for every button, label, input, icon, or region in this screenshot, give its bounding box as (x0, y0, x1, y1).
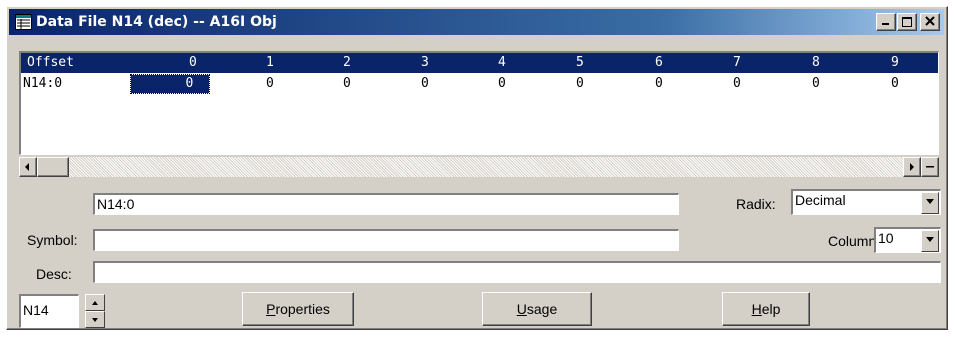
address-field[interactable]: N14:0 (93, 193, 679, 215)
split-button[interactable] (921, 157, 939, 177)
row-address[interactable]: N14:0 (23, 75, 62, 93)
dropdown-arrow-icon (926, 199, 934, 204)
column-header[interactable]: 5 (576, 54, 584, 72)
data-cell[interactable]: 0 (655, 75, 663, 93)
column-header[interactable]: 7 (733, 54, 741, 72)
column-header[interactable]: 2 (343, 54, 351, 72)
data-grid[interactable]: Offset 0 1 2 3 4 5 6 7 8 9 N14:0 0 0 0 0… (19, 51, 939, 155)
usage-accel: U (516, 301, 527, 317)
data-cell[interactable]: 0 (812, 75, 820, 93)
split-icon (926, 166, 934, 168)
help-label: elp (761, 301, 781, 317)
cell-value: 0 (185, 76, 194, 91)
window-title: Data File N14 (dec) -- A16I Obj (36, 14, 277, 30)
radix-select[interactable]: Decimal (791, 189, 941, 215)
dropdown-arrow-icon (926, 237, 934, 242)
grid-header: Offset 0 1 2 3 4 5 6 7 8 9 (21, 53, 938, 73)
usage-label: sage (526, 301, 558, 317)
symbol-field[interactable] (93, 229, 679, 251)
data-cell[interactable]: 0 (891, 75, 899, 93)
data-cell[interactable]: 0 (576, 75, 584, 93)
desc-label: Desc: (36, 266, 72, 282)
horizontal-scrollbar[interactable] (19, 157, 939, 177)
data-cell[interactable]: 0 (266, 75, 274, 93)
spin-up-button[interactable] (85, 294, 105, 311)
column-header[interactable]: 6 (655, 54, 663, 72)
restore-icon (902, 17, 912, 27)
data-cell[interactable]: 0 (343, 75, 351, 93)
columns-dropdown-button[interactable] (921, 230, 939, 252)
columns-select[interactable]: 10 (874, 227, 941, 253)
column-header[interactable]: 8 (812, 54, 820, 72)
radix-label: Radix: (736, 196, 776, 212)
data-file-window: Data File N14 (dec) -- A16I Obj Offset 0… (6, 6, 948, 330)
scroll-thumb[interactable] (37, 157, 69, 177)
help-button[interactable]: Help (722, 292, 810, 326)
data-cell[interactable]: 0 (421, 75, 429, 93)
column-header[interactable]: 4 (498, 54, 506, 72)
column-header[interactable]: 1 (266, 54, 274, 72)
spin-down-button[interactable] (85, 311, 105, 328)
column-header[interactable]: 9 (891, 54, 899, 72)
column-header[interactable]: 0 (189, 54, 197, 72)
properties-label: roperties (275, 301, 330, 317)
data-cell[interactable]: 0 (498, 75, 506, 93)
data-file-icon (15, 14, 32, 30)
help-accel: H (751, 301, 762, 317)
offset-header: Offset (27, 55, 74, 70)
restore-button[interactable] (897, 13, 917, 31)
data-cell[interactable]: 0 (733, 75, 741, 93)
scroll-left-button[interactable] (19, 157, 37, 177)
table-row[interactable]: N14:0 0 0 0 0 0 0 0 0 0 0 (21, 74, 938, 95)
scroll-left-icon (25, 163, 29, 171)
title-bar[interactable]: Data File N14 (dec) -- A16I Obj (9, 9, 944, 35)
radix-value: Decimal (795, 192, 846, 208)
close-icon (925, 16, 935, 26)
scroll-right-button[interactable] (903, 157, 921, 177)
file-number-field[interactable]: N14 (19, 294, 79, 328)
column-header[interactable]: 3 (421, 54, 429, 72)
spin-up-icon (92, 301, 98, 305)
data-cell-selected[interactable]: 0 (130, 74, 210, 94)
symbol-label: Symbol: (27, 232, 78, 248)
minimize-button[interactable] (876, 13, 896, 31)
spin-down-icon (92, 318, 98, 322)
close-button[interactable] (920, 13, 940, 31)
minimize-icon (882, 23, 889, 25)
radix-dropdown-button[interactable] (921, 192, 939, 214)
properties-button[interactable]: Properties (242, 292, 354, 326)
usage-button[interactable]: Usage (482, 292, 592, 326)
desc-field[interactable] (93, 261, 941, 283)
scroll-right-icon (910, 163, 914, 171)
file-number-spinner[interactable] (85, 294, 105, 328)
columns-value: 10 (878, 230, 894, 246)
